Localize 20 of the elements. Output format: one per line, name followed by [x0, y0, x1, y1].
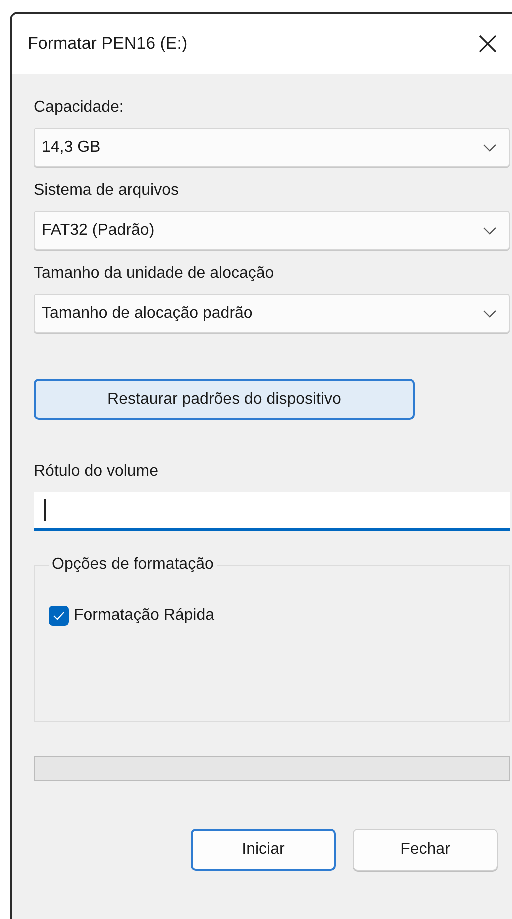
dialog-button[interactable]: Iniciar [191, 829, 336, 871]
volume-label-input[interactable] [34, 492, 510, 531]
checkbox[interactable] [49, 606, 69, 626]
text-cursor [44, 499, 46, 521]
field-label: Sistema de arquivos [34, 181, 180, 201]
dropdown[interactable]: FAT32 (Padrão) [34, 211, 510, 250]
field-label: Rótulo do volume [34, 462, 160, 482]
chevron-down-icon [483, 226, 497, 234]
dropdown[interactable]: 14,3 GB [34, 128, 510, 167]
field-label: Capacidade: [34, 98, 125, 118]
dropdown[interactable]: Tamanho de alocação padrão [34, 294, 510, 333]
restore-defaults-button[interactable]: Restaurar padrões do dispositivo [34, 379, 415, 420]
close-icon [478, 34, 498, 54]
dialog-button[interactable]: Fechar [353, 829, 498, 871]
chevron-down-icon [483, 310, 497, 318]
checkbox-label: Formatação Rápida [74, 606, 215, 626]
field-label: Tamanho da unidade de alocação [34, 264, 276, 284]
window-title: Formatar PEN16 (E:) [28, 33, 188, 56]
chevron-down-icon [483, 144, 497, 152]
check-icon [53, 611, 65, 621]
